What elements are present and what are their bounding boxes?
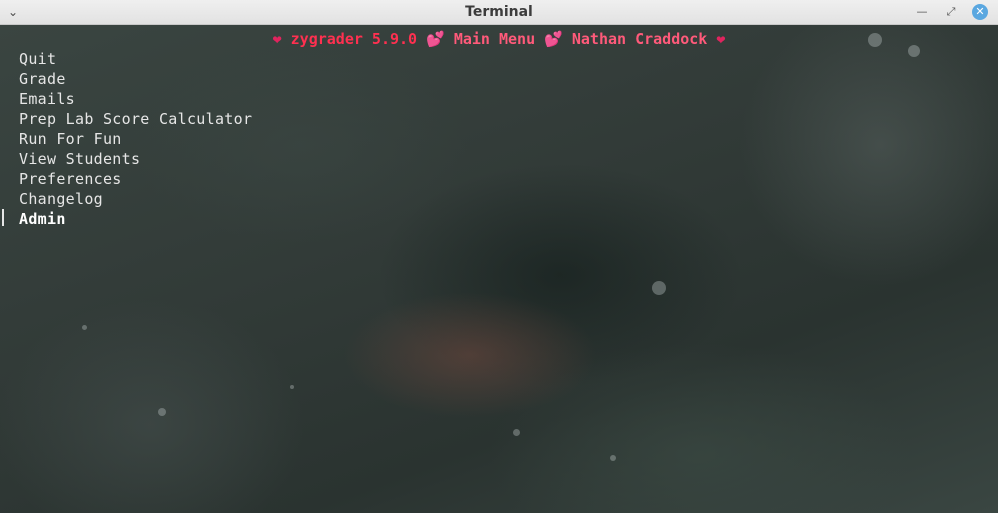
menu-item-preferences[interactable]: Preferences bbox=[19, 169, 252, 189]
background-speck bbox=[290, 385, 294, 389]
menu-item-changelog[interactable]: Changelog bbox=[19, 189, 252, 209]
user-name: Nathan Craddock bbox=[571, 30, 708, 48]
hearts-icon: 💕 bbox=[426, 30, 445, 48]
terminal-window: ⌄ Terminal — ⤢ ✕ ❤ zygrader 5.9.0 💕 Main… bbox=[0, 0, 998, 513]
menu-item-grade[interactable]: Grade bbox=[19, 69, 252, 89]
selection-cursor bbox=[2, 209, 4, 226]
menu-item-prep-lab-score-calculator[interactable]: Prep Lab Score Calculator bbox=[19, 109, 252, 129]
menu-item-quit[interactable]: Quit bbox=[19, 49, 252, 69]
background-speck bbox=[158, 408, 166, 416]
background-speck bbox=[82, 325, 87, 330]
hearts-icon: 💕 bbox=[544, 30, 563, 48]
main-menu: Quit Grade Emails Prep Lab Score Calcula… bbox=[19, 49, 252, 229]
window-title: Terminal bbox=[465, 4, 533, 20]
menu-item-run-for-fun[interactable]: Run For Fun bbox=[19, 129, 252, 149]
title-bar[interactable]: ⌄ Terminal — ⤢ ✕ bbox=[0, 0, 998, 25]
maximize-button[interactable]: ⤢ bbox=[942, 3, 960, 21]
close-button[interactable]: ✕ bbox=[972, 4, 988, 20]
terminal-body[interactable]: ❤ zygrader 5.9.0 💕 Main Menu 💕 Nathan Cr… bbox=[0, 25, 998, 513]
heart-icon: ❤ bbox=[716, 30, 726, 48]
menu-item-emails[interactable]: Emails bbox=[19, 89, 252, 109]
background-speck bbox=[610, 455, 616, 461]
menu-item-admin[interactable]: Admin bbox=[19, 209, 252, 229]
minimize-button[interactable]: — bbox=[913, 3, 931, 21]
background-speck bbox=[513, 429, 520, 436]
menu-item-view-students[interactable]: View Students bbox=[19, 149, 252, 169]
menu-name: Main Menu bbox=[453, 30, 536, 48]
background-speck bbox=[652, 281, 666, 295]
app-name: zygrader 5.9.0 bbox=[290, 30, 418, 48]
heart-icon: ❤ bbox=[272, 30, 282, 48]
header-bar: ❤ zygrader 5.9.0 💕 Main Menu 💕 Nathan Cr… bbox=[0, 29, 998, 49]
